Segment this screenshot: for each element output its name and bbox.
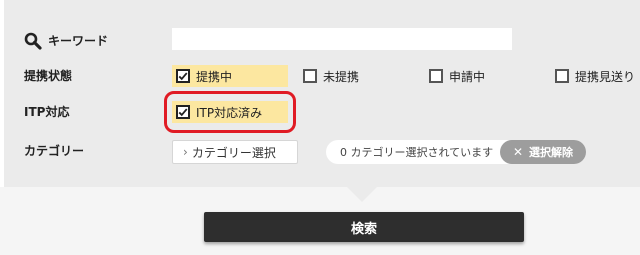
checkbox[interactable] [176,69,190,83]
checkmark-icon [178,72,188,81]
status-option-applying[interactable]: 申請中 [425,65,485,87]
status-option-label: 未提携 [323,69,360,84]
search-button[interactable]: 検索 [204,212,524,242]
clear-selection-label: 選択解除 [529,146,574,159]
close-icon: ✕ [512,145,524,159]
status-option-label: 提携中 [196,69,233,84]
itp-label: ITP対応 [24,105,70,119]
search-icon [24,32,42,50]
status-label: 提携状態 [24,69,73,83]
checkbox[interactable] [303,69,317,83]
clear-selection-button[interactable]: ✕ 選択解除 [500,140,586,164]
checkbox[interactable] [429,69,443,83]
checkbox[interactable] [555,69,569,83]
panel-pointer [347,187,377,202]
status-option-not-partnered[interactable]: 未提携 [299,65,359,87]
status-option-partnered[interactable]: 提携中 [172,65,288,87]
selected-categories-status: 0 カテゴリー選択されています ✕ 選択解除 [326,140,586,164]
selected-categories-text: 0 カテゴリー選択されています [340,146,494,159]
status-option-declined[interactable]: 提携見送り [551,65,635,87]
category-select-label: カテゴリー選択 [191,145,276,160]
status-option-label: 申請中 [449,69,486,84]
category-select-button[interactable]: › カテゴリー選択 [172,140,298,164]
keyword-label: キーワード [48,34,109,48]
chevron-right-icon: › [183,145,188,159]
status-option-label: 提携見送り [575,69,636,84]
search-button-label: 検索 [350,221,377,237]
highlight-annotation [164,91,296,133]
keyword-input[interactable] [172,28,512,50]
category-label: カテゴリー [24,144,85,158]
